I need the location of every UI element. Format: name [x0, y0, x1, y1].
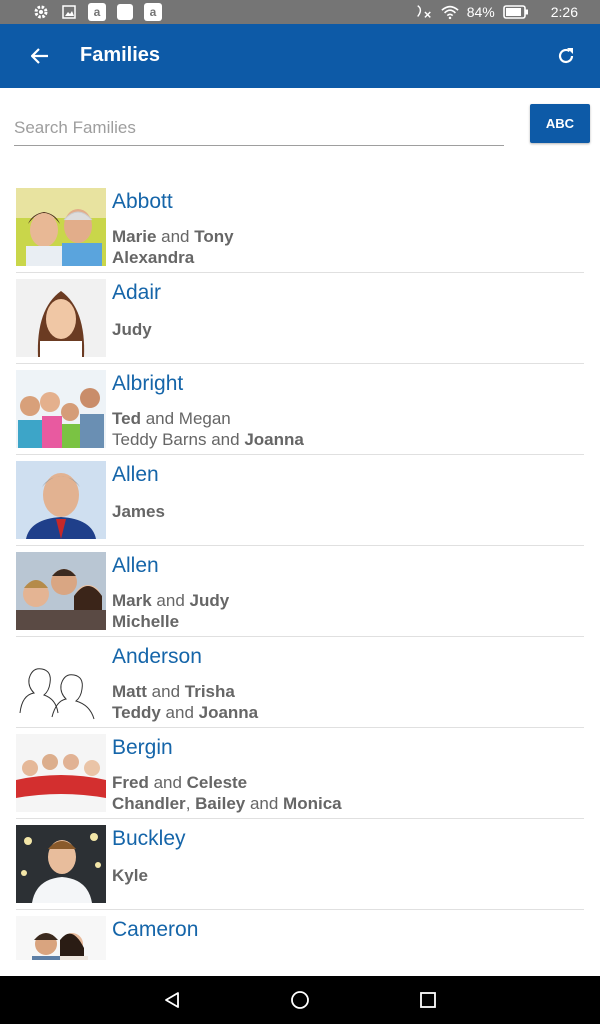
- member-name: Joanna: [244, 430, 304, 449]
- family-row[interactable]: Bergin Fred and Celeste Chandler, Bailey a…: [16, 728, 584, 819]
- recents-square-icon: [420, 992, 436, 1008]
- family-members: Teddy Barns and Joanna: [112, 430, 304, 449]
- back-button[interactable]: [24, 42, 56, 70]
- member-name: Fred: [112, 773, 149, 792]
- status-bar: a a 84% 2:26: [0, 0, 600, 24]
- page-title: Families: [80, 44, 161, 66]
- amazon-icon: a: [88, 3, 106, 21]
- family-photo: [16, 643, 106, 721]
- family-name: Allen: [112, 463, 159, 486]
- battery-percent: 84%: [466, 4, 495, 20]
- family-members: Alexandra: [112, 248, 194, 268]
- family-name: Anderson: [112, 645, 202, 668]
- family-row[interactable]: Allen Mark and Judy Michelle: [16, 546, 584, 637]
- member-name: Celeste: [186, 773, 248, 792]
- back-triangle-icon: [165, 992, 179, 1008]
- arrow-left-icon: [31, 48, 48, 64]
- family-name: Cameron: [112, 918, 199, 941]
- member-name: James: [112, 502, 165, 521]
- family-row[interactable]: Abbott Marie and Tony Alexandra: [16, 182, 584, 273]
- member-name: Teddy: [112, 703, 161, 722]
- member-name: Monica: [283, 794, 342, 813]
- amazon-letter: a: [150, 5, 157, 19]
- member-name: Matt: [112, 682, 147, 701]
- search-field: [14, 112, 504, 146]
- member-name: Chandler: [112, 794, 186, 813]
- battery-icon: [502, 3, 529, 21]
- member-name: Ted: [112, 409, 141, 428]
- no-sim-icon: [415, 3, 433, 21]
- search-input[interactable]: [14, 112, 504, 144]
- member-name: Joanna: [198, 703, 259, 722]
- member-name: Bailey: [195, 794, 246, 813]
- family-members: Fred and Celeste: [112, 773, 248, 792]
- family-members: Michelle: [112, 612, 179, 632]
- family-photo: [16, 370, 106, 448]
- wifi-icon: [441, 3, 459, 21]
- family-photo: [16, 825, 106, 903]
- home-circle-icon: [291, 991, 309, 1009]
- family-name: Allen: [112, 554, 159, 577]
- image-icon: [60, 3, 78, 21]
- app-bar: Families: [0, 24, 600, 88]
- member-name: Marie: [112, 227, 157, 246]
- family-row[interactable]: Cameron: [16, 910, 584, 960]
- family-row[interactable]: Buckley Kyle: [16, 819, 584, 910]
- family-list: Abbott Marie and Tony Alexandra Adair Judy Al…: [16, 182, 584, 960]
- amazon-letter: a: [94, 5, 101, 19]
- family-name: Albright: [112, 372, 184, 395]
- nav-back-button[interactable]: [160, 988, 184, 1012]
- abc-sort-button[interactable]: ABC: [530, 104, 590, 143]
- family-photo: [16, 916, 106, 960]
- family-name: Abbott: [112, 190, 173, 213]
- status-left: a a: [32, 3, 162, 21]
- family-row[interactable]: Anderson Matt and Trisha Teddy and Joanna: [16, 637, 584, 728]
- family-members: Mark and Judy: [112, 591, 230, 610]
- amazon-icon: a: [144, 3, 162, 21]
- clock: 2:26: [550, 4, 578, 20]
- family-members: Chandler, Bailey and Monica: [112, 794, 342, 813]
- member-name: Judy: [189, 591, 230, 610]
- family-photo: [16, 552, 106, 630]
- family-members: Matt and Trisha: [112, 682, 235, 701]
- family-row[interactable]: Allen James: [16, 455, 584, 546]
- family-photo: [16, 461, 106, 539]
- navigation-bar: [0, 976, 600, 1024]
- member-name: Tony: [194, 227, 234, 246]
- app-icon: [116, 3, 134, 21]
- family-photo: [16, 188, 106, 266]
- nav-recents-button[interactable]: [416, 988, 440, 1012]
- refresh-button[interactable]: [550, 42, 582, 70]
- refresh-icon: [558, 48, 574, 64]
- family-members: Judy: [112, 320, 152, 340]
- family-row[interactable]: Adair Judy: [16, 273, 584, 364]
- family-members: Marie and Tony: [112, 227, 234, 246]
- status-right: 84% 2:26: [415, 3, 578, 21]
- family-members: James: [112, 502, 165, 522]
- nav-home-button[interactable]: [288, 988, 312, 1012]
- member-name: Trisha: [184, 682, 235, 701]
- family-row[interactable]: Albright Ted and Megan Teddy Barns and Joa…: [16, 364, 584, 455]
- member-name: Judy: [112, 320, 152, 339]
- family-name: Bergin: [112, 736, 173, 759]
- settings-icon: [32, 3, 50, 21]
- family-name: Buckley: [112, 827, 186, 850]
- member-name: Alexandra: [112, 248, 195, 267]
- family-members: Ted and Megan: [112, 409, 231, 428]
- family-members: Teddy and Joanna: [112, 703, 259, 722]
- member-name: Michelle: [112, 612, 180, 631]
- family-photo: [16, 279, 106, 357]
- member-name: Mark: [112, 591, 152, 610]
- member-name: Kyle: [112, 866, 148, 885]
- family-photo: [16, 734, 106, 812]
- family-members: Kyle: [112, 866, 148, 886]
- family-name: Adair: [112, 281, 162, 304]
